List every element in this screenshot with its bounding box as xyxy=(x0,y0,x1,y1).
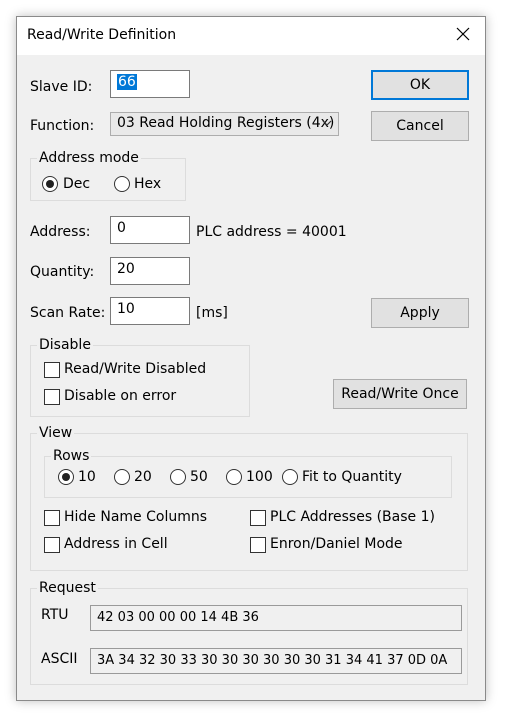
read-write-once-button[interactable]: Read/Write Once xyxy=(333,379,467,409)
address-in-cell-label: Address in Cell xyxy=(64,536,168,552)
disable-group xyxy=(30,345,250,417)
rw-disabled-checkbox[interactable] xyxy=(44,362,60,378)
quantity-label: Quantity: xyxy=(30,264,95,280)
rows-100-label: 100 xyxy=(246,469,273,485)
slave-id-input[interactable]: 66 xyxy=(110,70,190,98)
rtu-label: RTU xyxy=(41,607,69,623)
ascii-value: 3A 34 32 30 33 30 30 30 30 30 30 31 34 4… xyxy=(90,648,462,674)
hex-radio[interactable] xyxy=(114,176,130,192)
ok-button[interactable]: OK xyxy=(371,70,469,100)
chevron-down-icon xyxy=(322,120,332,126)
dec-radio[interactable] xyxy=(42,176,58,192)
disable-title: Disable xyxy=(37,337,93,353)
window-title: Read/Write Definition xyxy=(27,27,177,43)
rows-50-radio[interactable] xyxy=(170,469,186,485)
ascii-label: ASCII xyxy=(41,651,78,667)
hex-label: Hex xyxy=(134,176,162,192)
view-title: View xyxy=(37,425,75,441)
plc-address-text: PLC address = 40001 xyxy=(196,224,347,240)
apply-button[interactable]: Apply xyxy=(371,298,469,328)
plc-addresses-label: PLC Addresses (Base 1) xyxy=(270,509,435,525)
function-select[interactable]: 03 Read Holding Registers (4x) xyxy=(110,112,339,136)
rows-10-label: 10 xyxy=(78,469,96,485)
read-write-definition-dialog: Read/Write Definition Slave ID: 66 Funct… xyxy=(16,16,486,701)
disable-on-error-label: Disable on error xyxy=(64,388,177,404)
request-title: Request xyxy=(37,580,98,596)
slave-id-label: Slave ID: xyxy=(30,79,93,95)
rows-10-radio[interactable] xyxy=(58,469,74,485)
scan-rate-unit: [ms] xyxy=(196,305,228,321)
rows-50-label: 50 xyxy=(190,469,208,485)
rows-title: Rows xyxy=(51,448,92,464)
disable-on-error-checkbox[interactable] xyxy=(44,389,60,405)
enron-daniel-checkbox[interactable] xyxy=(250,537,266,553)
title-bar: Read/Write Definition xyxy=(17,17,485,55)
function-value: 03 Read Holding Registers (4x) xyxy=(117,115,335,131)
rows-fit-radio[interactable] xyxy=(282,469,298,485)
address-input[interactable]: 0 xyxy=(110,216,190,244)
close-icon[interactable] xyxy=(455,26,471,42)
dec-label: Dec xyxy=(63,176,91,192)
address-in-cell-checkbox[interactable] xyxy=(44,537,60,553)
cancel-button[interactable]: Cancel xyxy=(371,111,469,141)
hide-name-columns-label: Hide Name Columns xyxy=(64,509,208,525)
rows-20-label: 20 xyxy=(134,469,152,485)
scan-rate-label: Scan Rate: xyxy=(30,305,106,321)
rows-20-radio[interactable] xyxy=(114,469,130,485)
rows-100-radio[interactable] xyxy=(226,469,242,485)
rows-fit-label: Fit to Quantity xyxy=(302,469,402,485)
plc-addresses-checkbox[interactable] xyxy=(250,510,266,526)
quantity-input[interactable]: 20 xyxy=(110,257,190,285)
rtu-value: 42 03 00 00 00 14 4B 36 xyxy=(90,605,462,631)
function-label: Function: xyxy=(30,118,95,134)
rw-disabled-label: Read/Write Disabled xyxy=(64,361,207,377)
enron-daniel-label: Enron/Daniel Mode xyxy=(270,536,403,552)
address-mode-title: Address mode xyxy=(37,150,141,166)
address-label: Address: xyxy=(30,224,91,240)
hide-name-columns-checkbox[interactable] xyxy=(44,510,60,526)
slave-id-value: 66 xyxy=(117,74,137,90)
scan-rate-input[interactable]: 10 xyxy=(110,297,190,325)
